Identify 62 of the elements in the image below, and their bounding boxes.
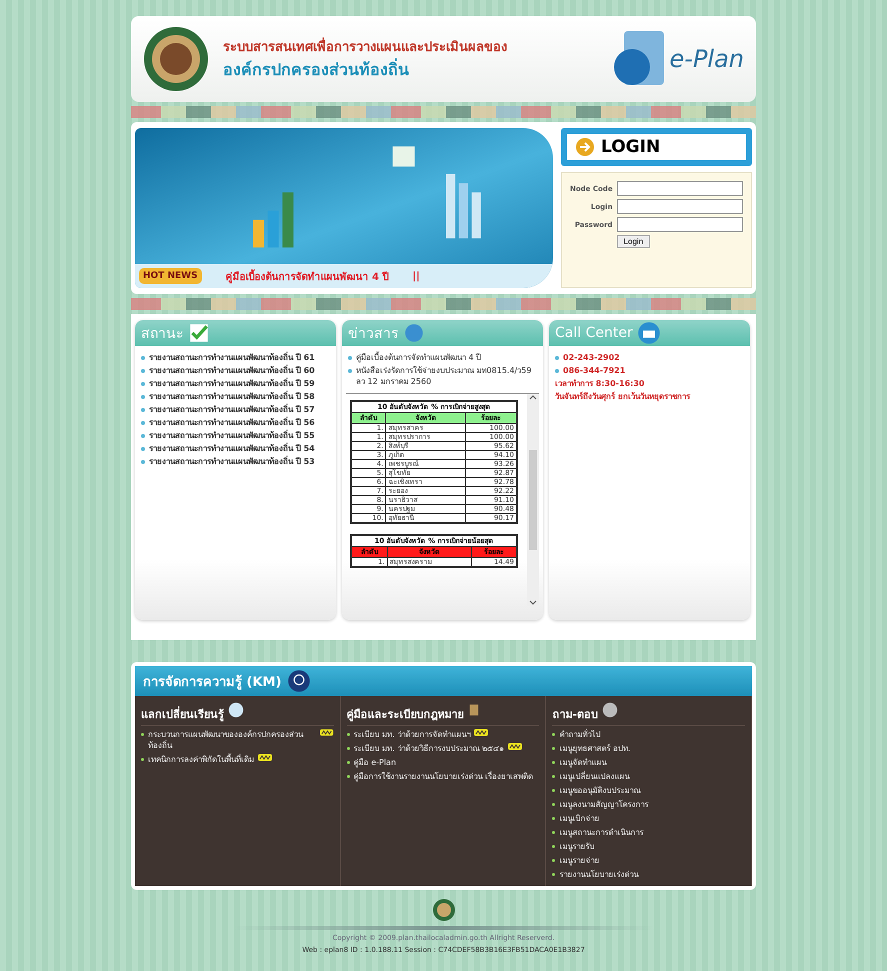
panel-title: ข่าวสาร [348,325,399,344]
news-ticker-text[interactable]: คู่มือเบื้องต้นการจัดทำแผนพัฒนา 4 ปี [226,268,388,284]
km-link[interactable]: คู่มือ e-Plan [354,757,396,768]
section-title: ถาม-ตอบ [552,702,745,726]
km-link[interactable]: ระเบียบ มท. ว่าด้วยการจัดทำแผนฯ [354,729,470,740]
panel-title: สถานะ [141,325,184,344]
phone-number: 086-344-7921 [563,365,626,376]
book-icon [468,702,480,718]
status-report-link[interactable]: รายงานสถานะการทำงานแผนพัฒนาท้องถิ่น ปี 56 [149,417,315,428]
new-badge-icon [508,743,522,750]
new-badge-icon [320,729,334,736]
ticker-separator: || [412,270,420,282]
logo-text: e-Plan [670,45,744,73]
status-report-link[interactable]: รายงานสถานะการทำงานแผนพัฒนาท้องถิ่น ปี 61 [149,352,315,363]
status-report-link[interactable]: รายงานสถานะการทำงานแผนพัฒนาท้องถิ่น ปี 53 [149,456,315,467]
km-link[interactable]: เมนูรายจ่าย [559,855,600,866]
checkmark-icon [188,322,210,344]
km-link[interactable]: คู่มือการใช้งานรายงานนโยบายเร่งด่วน เรื่องยาเสพติด [354,771,534,782]
input-field[interactable] [616,217,743,232]
news-link[interactable]: หนังสือเร่งรัดการใช้จ่ายงบประมาณ มท0815.4/ว59 ลว 12 มกราคม 2560 [356,365,537,387]
new-badge-icon [474,729,488,736]
input-field[interactable] [616,181,743,196]
hot-news-badge: HOT NEWS [139,268,202,284]
scrollbar[interactable] [527,394,539,606]
arrow-circle-icon [575,137,595,157]
km-link[interactable]: เมนูยุทธศาสตร์ อปท. [559,743,630,754]
status-report-link[interactable]: รายงานสถานะการทำงานแผนพัฒนาท้องถิ่น ปี 55 [149,430,315,441]
km-link[interactable]: เมนูรายรับ [559,841,594,852]
km-title: การจัดการความรู้ (KM) [143,674,282,692]
km-link[interactable]: เมนูเบิกจ่าย [559,813,600,824]
login-button[interactable]: Login [616,235,650,248]
km-link[interactable]: เมนูเปลี่ยนแปลงแผน [559,771,630,782]
km-link[interactable]: เมนูจัดทำแผน [559,757,606,768]
emblem-icon [432,898,456,922]
km-link[interactable]: กระบวนการแผนพัฒนาขององค์กรปกครองส่วนท้องถิ่น [148,729,316,751]
km-link[interactable]: คำถามทั่วไป [559,729,600,740]
phone-number: 02-243-2902 [563,352,620,363]
section-title: แลกเปลี่ยนเรียนรู้ [141,702,334,726]
km-link[interactable]: ระเบียบ มท. ว่าด้วยวิธีการงบประมาณ ๒๕๔๑ [354,743,504,754]
status-report-link[interactable]: รายงานสถานะการทำงานแผนพัฒนาท้องถิ่น ปี 59 [149,378,315,389]
chevron-up-icon[interactable] [529,394,537,400]
input-field[interactable] [616,199,743,214]
km-link[interactable]: เทคนิกการลงค่าพิกัดในพื้นที่เดิม [148,754,254,765]
status-report-link[interactable]: รายงานสถานะการทำงานแผนพัฒนาท้องถิ่น ปี 57 [149,404,315,415]
new-badge-icon [258,754,272,761]
km-link[interactable]: เมนูลงนามสัญญาโครงการ [559,799,648,810]
login-title: LOGIN [601,137,660,157]
emblem-icon [143,26,209,92]
km-link[interactable]: เมนูขออนุมัติงบประมาณ [559,785,640,796]
status-report-link[interactable]: รายงานสถานะการทำงานแผนพัฒนาท้องถิ่น ปี 60 [149,365,315,376]
status-report-link[interactable]: รายงานสถานะการทำงานแผนพัฒนาท้องถิ่น ปี 58 [149,391,315,402]
office-hours: เวลาทำการ 8:30-16:30 [555,378,646,389]
chevron-down-icon[interactable] [529,600,537,606]
site-title: ระบบสารสนเทศเพื่อการวางแผนและประเมินผลของ [223,36,596,57]
section-title: คู่มือและระเบียบกฎหมาย [346,702,540,726]
site-subtitle: องค์กรปกครองส่วนท้องถิ่น [223,57,410,81]
status-report-link[interactable]: รายงานสถานะการทำงานแผนพัฒนาท้องถิ่น ปี 54 [149,443,315,454]
km-link[interactable]: เมนูสถานะการดำเนินการ [559,827,644,838]
panel-title: Call Center [555,325,633,341]
office-days: วันจันทร์ถึงวันศุกร์ ยกเว้นวันหยุดราชการ [555,391,744,402]
km-link[interactable]: รายงานนโยบายเร่งด่วน [559,869,638,880]
news-link[interactable]: คู่มือเบื้องต้นการจัดทำแผนพัฒนา 4 ปี [356,352,482,363]
